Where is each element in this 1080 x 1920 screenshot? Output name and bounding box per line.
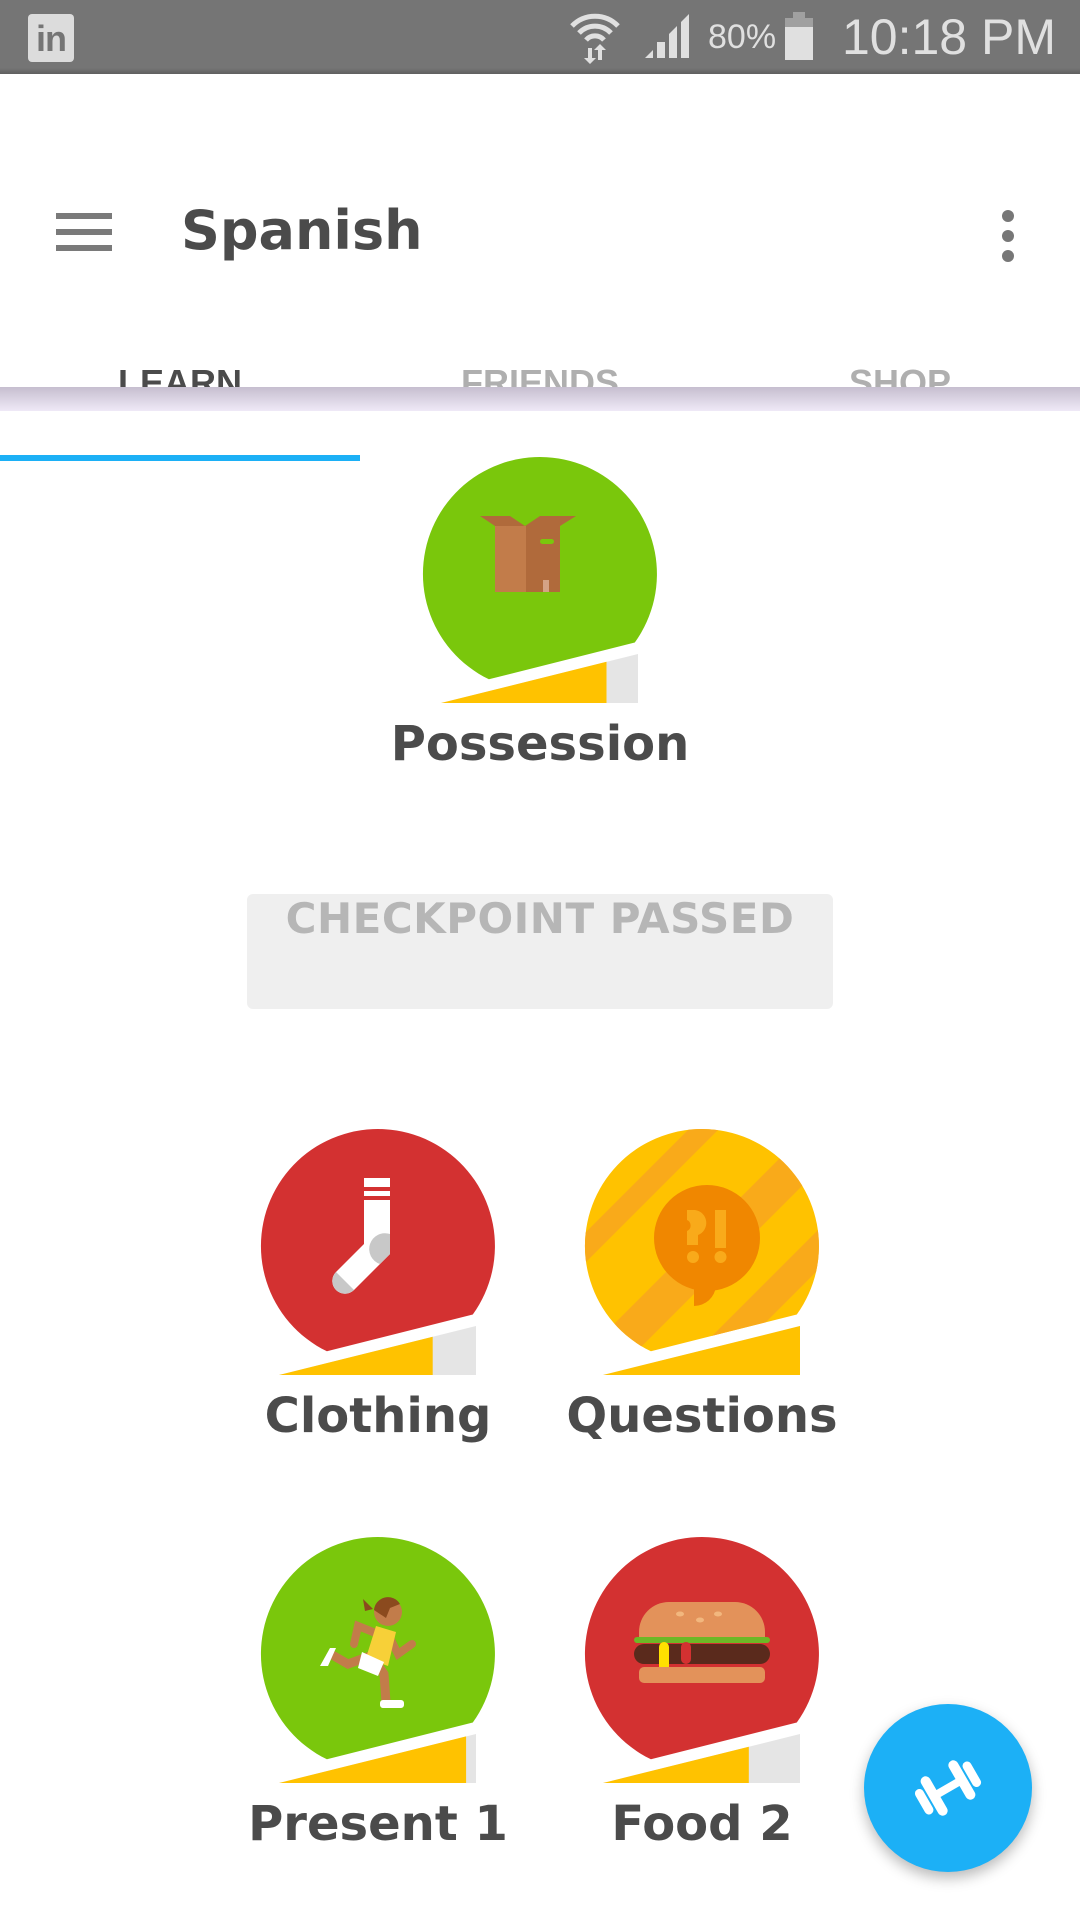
cell-signal-icon <box>645 14 689 58</box>
skill-food-2[interactable]: Food 2 <box>582 1534 822 1852</box>
skill-label: Questions <box>566 1388 838 1444</box>
practice-fab-button[interactable] <box>864 1704 1032 1872</box>
linkedin-notification-icon: in <box>28 14 74 62</box>
wifi-icon <box>570 13 620 64</box>
checkpoint-passed-button[interactable]: CHECKPOINT PASSED <box>247 894 833 1009</box>
skill-present-1[interactable]: Present 1 <box>248 1534 508 1852</box>
active-tab-indicator <box>0 455 360 461</box>
skill-clothing[interactable]: Clothing <box>258 1126 498 1444</box>
menu-button[interactable] <box>40 192 128 272</box>
app-bar: Spanish LEARN FRIENDS SHOP <box>0 74 1080 461</box>
skill-badge <box>260 1129 495 1375</box>
page-title: Spanish <box>181 199 423 262</box>
skill-label: Possession <box>390 716 690 772</box>
dumbbell-icon <box>914 1760 982 1816</box>
battery-icon <box>785 12 813 60</box>
clock: 10:18 PM <box>841 9 1056 65</box>
battery-percent: 80% <box>708 18 777 56</box>
skill-label: Food 2 <box>611 1796 793 1852</box>
skill-badge <box>584 1129 819 1375</box>
more-options-button[interactable] <box>985 204 1031 268</box>
skill-questions[interactable]: Questions <box>566 1126 838 1444</box>
status-bar: in 80% 10:18 PM <box>0 0 1080 74</box>
hamburger-icon <box>634 1602 770 1683</box>
skill-possession[interactable]: Possession <box>391 454 689 772</box>
skill-badge <box>584 1537 819 1783</box>
tab-bar-shadow <box>0 387 1080 411</box>
skill-badge <box>422 457 657 703</box>
skill-badge <box>260 1537 495 1783</box>
